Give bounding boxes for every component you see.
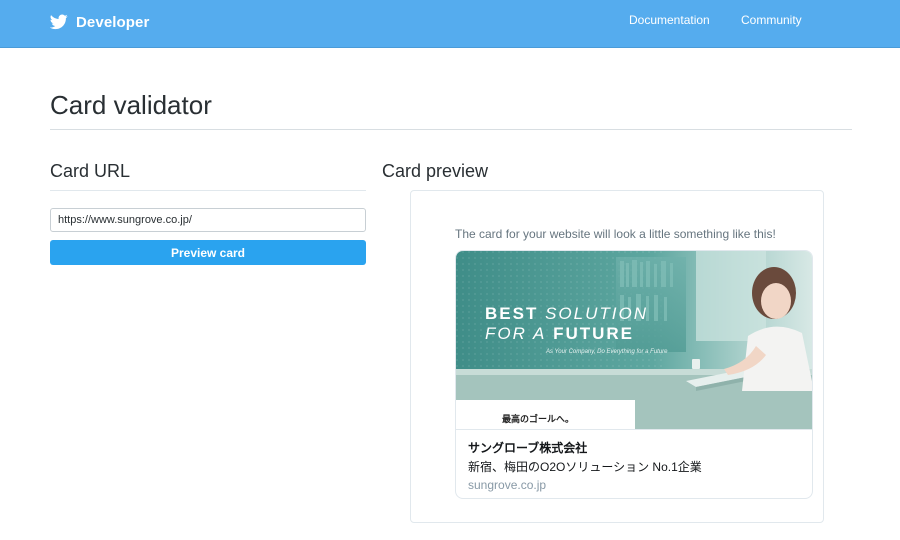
preview-card-button[interactable]: Preview card [50,240,366,265]
nav-documentation-link[interactable]: Documentation [629,13,710,27]
nav-community-link[interactable]: Community [741,13,802,27]
card-description: 新宿、梅田のO2Oソリューション No.1企業 [468,460,702,474]
hero-headline-word1: BEST [485,304,539,323]
summary-card[interactable]: BEST SOLUTION FOR A FUTURE As Your Compa… [455,250,813,499]
title-divider [50,129,852,130]
card-domain: sungrove.co.jp [468,478,547,492]
card-hero-image: BEST SOLUTION FOR A FUTURE As Your Compa… [456,251,812,429]
card-url-divider [50,190,366,191]
twitter-bird-icon [50,14,68,30]
hero-tagline: 最高のゴールへ。 [502,414,575,424]
brand-label: Developer [76,13,150,31]
hero-subline: As Your Company, Do Everything for a Fut… [546,349,668,355]
hero-headline-word4: FUTURE [553,324,635,343]
card-url-input[interactable] [50,208,366,232]
card-preview-heading: Card preview [382,161,489,181]
top-nav-bar: Developer Documentation Community [0,0,900,48]
page-title: Card validator [50,90,212,120]
card-title: サングローブ株式会社 [468,441,588,455]
developer-home-link[interactable]: Developer [50,10,149,34]
hero-headline-word3: FOR A [485,324,547,343]
card-url-heading: Card URL [50,161,131,181]
preview-caption: The card for your website will look a li… [455,227,776,241]
card-text-block: サングローブ株式会社 新宿、梅田のO2Oソリューション No.1企業 sungr… [456,429,812,498]
hero-headline-word2: SOLUTION [545,304,648,323]
